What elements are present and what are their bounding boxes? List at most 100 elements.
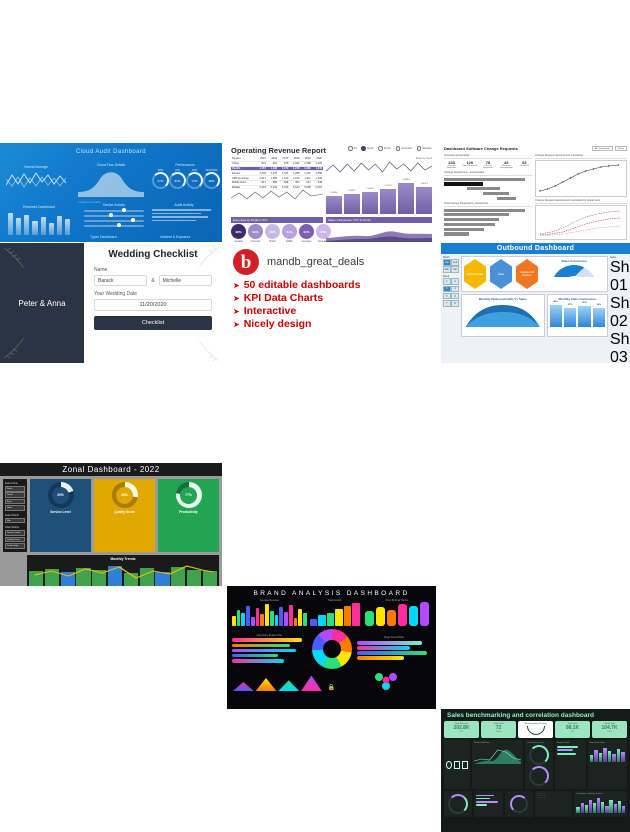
list-item[interactable]: Sheet 03 xyxy=(610,331,630,363)
filter-button[interactable]: All / Department xyxy=(591,146,614,151)
device-slider[interactable] xyxy=(84,223,144,228)
demographic-peaks xyxy=(233,673,322,691)
kpi-total-revenue[interactable]: Total Revenue 202.8K USD xyxy=(444,721,479,738)
chart-metrics-label: Chart Metrics xyxy=(5,526,20,530)
week-2[interactable]: 2 xyxy=(451,278,459,285)
week-4[interactable]: 4 xyxy=(451,285,459,293)
wedding-date-input[interactable]: 11/20/2020 xyxy=(94,299,212,311)
calendar-icon[interactable] xyxy=(454,760,460,769)
panel-outbound-dashboard[interactable]: Outbound Dashboard Month Jan Feb Mar Apr W… xyxy=(441,243,630,363)
second-name-input[interactable]: Michelle xyxy=(158,275,212,286)
week-7[interactable]: 7 xyxy=(443,299,451,307)
radio-south[interactable]: South xyxy=(378,146,391,151)
tool-icons[interactable] xyxy=(444,740,470,789)
region-filter-radios[interactable]: All North South Americas Western xyxy=(348,146,432,151)
zone-option-east[interactable]: East xyxy=(5,498,25,505)
tile-detail-table[interactable]: — — — — — — — — — — — — xyxy=(534,791,573,817)
panel-brand-analysis[interactable]: BRAND ANALYSIS DASHBOARD Average Revenue… xyxy=(227,586,436,709)
seller-name: mandb_great_deals xyxy=(267,256,365,268)
week-6[interactable]: 6 xyxy=(451,292,459,300)
device-slider[interactable] xyxy=(84,208,144,213)
tile-cumulative-margin[interactable] xyxy=(444,791,473,817)
tile-score-donut[interactable] xyxy=(504,791,533,817)
panel-cloud-audit[interactable]: Cloud Audit Dashboard Overall Average Cl… xyxy=(0,143,222,242)
kpi-total-profit[interactable]: Total Profit 104.7K USD xyxy=(592,721,627,738)
gauge-disk[interactable]: DISK 71% xyxy=(186,169,203,194)
offer-bullet-list: ➤ 50 editable dashboards ➤ KPI Data Char… xyxy=(233,279,432,330)
donut-brazil[interactable]: 66% Brazil xyxy=(265,224,280,242)
kpi-benchmark-scoring[interactable]: Benchmarking Scoring xyxy=(518,721,553,738)
bullet-text: 50 editable dashboards xyxy=(243,279,361,291)
checklist-button[interactable]: Checklist xyxy=(94,316,212,330)
device-slider[interactable] xyxy=(84,218,144,223)
accessibility-bars xyxy=(356,640,432,661)
bullet-text: KPI Data Charts xyxy=(243,292,324,304)
gauge-ram[interactable]: RAM 27% xyxy=(152,169,169,194)
panel-sales-benchmarking[interactable]: Sales benchmarking and correlation dashb… xyxy=(441,709,630,832)
month-feb[interactable]: Feb xyxy=(451,259,459,266)
tile-channel-performance[interactable] xyxy=(474,791,503,817)
panel-seller-offer[interactable]: b mandb_great_deals ➤ 50 editable dashbo… xyxy=(227,243,436,363)
kpi-card-quality-score[interactable]: 28% Quality Score xyxy=(94,479,155,552)
outbound-slicers[interactable]: Month Jan Feb Mar Apr Week 12 34 56 78 xyxy=(443,256,459,363)
metric-quality-score[interactable]: Quality Score xyxy=(5,536,25,543)
donut-emea[interactable]: 91% EMEA xyxy=(282,224,297,242)
outbound-sheet-list[interactable]: Sales Sheet 01 Sheet 02 Sheet 03 Sheet 0… xyxy=(610,256,630,363)
list-item[interactable]: Sheet 02 xyxy=(610,295,630,331)
hex-avg-call-duration[interactable]: Average Call Duration xyxy=(516,259,538,289)
week-1[interactable]: 1 xyxy=(443,278,451,285)
monthly-trends-chart[interactable]: Monthly Trends xyxy=(27,554,219,586)
month-select[interactable]: Mar xyxy=(5,517,25,524)
month-jan[interactable]: Jan xyxy=(443,259,451,266)
globe-icon[interactable] xyxy=(446,760,452,769)
panel-operating-revenue[interactable]: Operating Revenue Report All North South… xyxy=(227,143,436,242)
tile-regional-split[interactable]: Regional Split xyxy=(554,740,586,789)
sales-conversion-gauge xyxy=(551,265,597,289)
zone-option-north[interactable]: North xyxy=(5,486,25,492)
panel-wedding-checklist[interactable]: Peter & Anna Wedding Checklist Name Bara… xyxy=(0,243,222,363)
bar-chart xyxy=(8,209,70,235)
device-slider[interactable] xyxy=(84,213,144,218)
kpi-card-service-level[interactable]: 20% Service Level xyxy=(30,479,91,552)
donut-canada[interactable]: 98% Canada xyxy=(231,224,246,242)
zone-option-west[interactable]: West xyxy=(5,505,25,511)
week-8[interactable]: 8 xyxy=(451,299,459,307)
gauge-cpu[interactable]: CPU 64% xyxy=(169,169,186,194)
month-apr[interactable]: Apr xyxy=(451,266,459,273)
radio-all[interactable]: All xyxy=(348,146,356,151)
month-mar[interactable]: Mar xyxy=(443,266,451,273)
donut-americas[interactable]: 92% Americas xyxy=(248,224,263,242)
list-item[interactable]: Sheet 01 xyxy=(610,259,630,295)
tile-correlation-margin-surface[interactable]: Correlation vs Margin Surface xyxy=(574,791,627,817)
week-5[interactable]: 5 xyxy=(443,292,451,300)
radio-americas[interactable]: Americas xyxy=(395,146,412,151)
zonal-filters-sidebar[interactable]: Select Zone North South East West Select… xyxy=(3,479,27,552)
kpi-total-cost[interactable]: Total Cost 98.1K USD xyxy=(555,721,590,738)
radio-north[interactable]: North xyxy=(361,146,373,151)
kpi-card-productivity[interactable]: 77% Productivity xyxy=(158,479,219,552)
hex-outbound-calls[interactable]: Outbound Calls xyxy=(464,259,486,289)
metric-service-level[interactable]: Service Level xyxy=(5,530,25,536)
first-name-input[interactable]: Barack xyxy=(94,275,148,286)
panel-change-requests[interactable]: Dashboard Software Change Requests All /… xyxy=(441,143,630,242)
donut-germany[interactable]: 94% Germany xyxy=(299,224,314,242)
book-icon[interactable] xyxy=(462,760,468,769)
kpi-total-calls[interactable]: Total Calls 72 Target xyxy=(481,721,516,738)
metric-productivity[interactable]: Productivity xyxy=(5,543,25,549)
tile-correlation-scores[interactable]: Correlation Scores xyxy=(525,740,553,789)
brand-analysis-title: BRAND ANALYSIS DASHBOARD xyxy=(253,590,410,597)
chevron-bullet-icon: ➤ xyxy=(233,319,240,329)
radio-western[interactable]: Western xyxy=(416,146,432,151)
tile-benchmark-index[interactable]: Benchmark Index xyxy=(587,740,627,789)
tile-sales-distribution[interactable]: Sales Distribution xyxy=(472,740,524,789)
wedding-form[interactable]: Wedding Checklist Name Barack & Michelle… xyxy=(84,243,222,363)
zone-option-south[interactable]: South xyxy=(5,492,25,498)
hex-sales[interactable]: Sales xyxy=(490,259,512,289)
kpi-change-requests: 343 Change Requests xyxy=(446,160,457,169)
panel-zonal-dashboard[interactable]: Zonal Dashboard - 2022 Select Zone North… xyxy=(0,463,222,586)
reset-button[interactable]: Reset xyxy=(615,146,627,151)
revenue-table[interactable]: Region 2015 2016 2017 2018 2019 2020 Chi… xyxy=(231,157,323,190)
week-3[interactable]: 3 xyxy=(443,285,451,293)
wedding-date-label: Your Wedding Date xyxy=(94,291,138,297)
gauge-network[interactable]: NETWORK 38% xyxy=(203,169,220,194)
